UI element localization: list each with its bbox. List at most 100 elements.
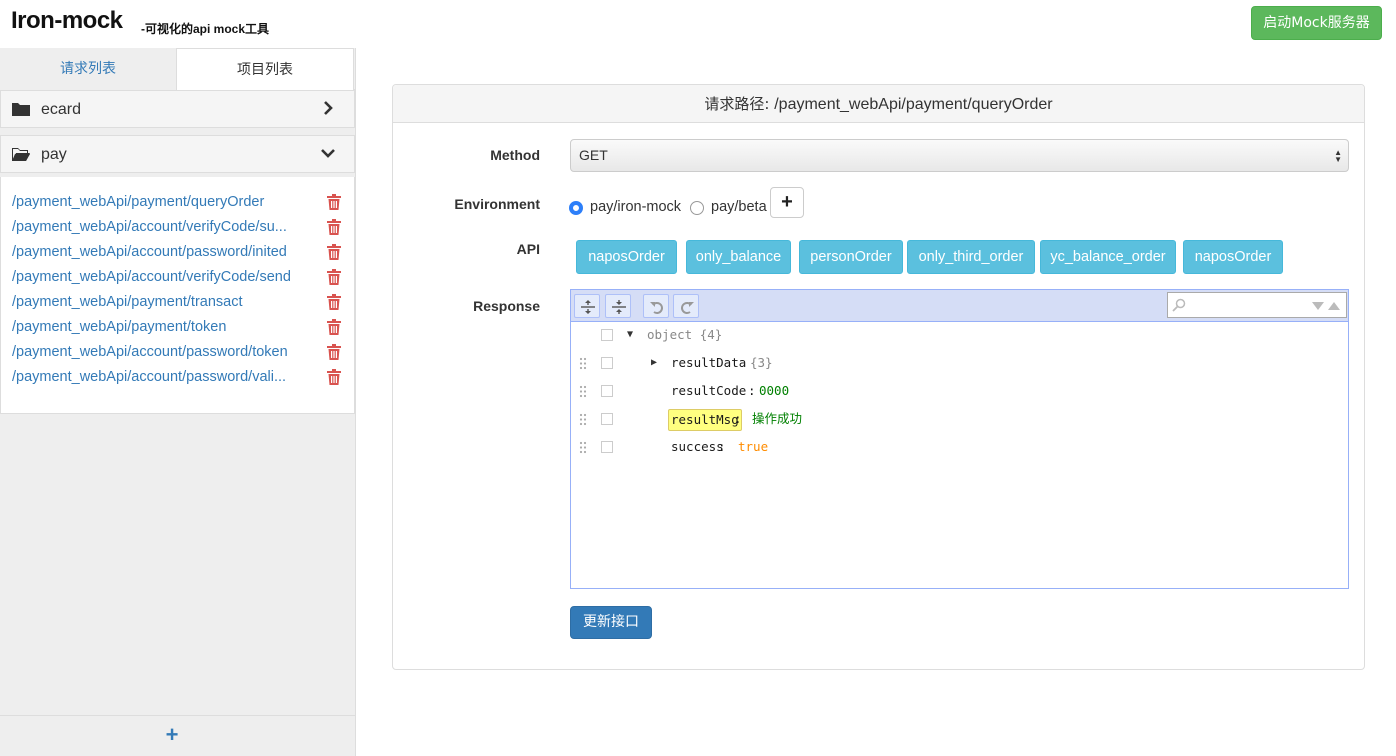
trash-icon[interactable]	[327, 319, 341, 335]
sidebar-footer: +	[0, 715, 355, 756]
method-label: Method	[490, 147, 540, 163]
drag-handle-icon[interactable]	[579, 357, 587, 370]
redo-button[interactable]	[673, 294, 699, 318]
add-environment-button[interactable]: +	[770, 187, 804, 218]
field-key-highlighted[interactable]: resultMsg	[668, 409, 742, 431]
search-next-icon[interactable]	[1312, 302, 1324, 310]
row-select-checkbox[interactable]	[601, 413, 613, 425]
row-select-checkbox[interactable]	[601, 441, 613, 453]
tree-row: success : true	[571, 437, 1348, 457]
list-item: /payment_webApi/account/password/vali...	[12, 367, 352, 389]
chevron-down-icon[interactable]	[320, 145, 336, 161]
field-value[interactable]: true	[738, 437, 768, 457]
field-colon: :	[748, 383, 756, 398]
trash-icon[interactable]	[327, 244, 341, 260]
list-item: /payment_webApi/account/verifyCode/su...	[12, 217, 352, 239]
api-detail-panel: 请求路径: /payment_webApi/payment/queryOrder…	[392, 84, 1365, 670]
field-value[interactable]: 0000	[759, 381, 789, 401]
field-value[interactable]: 操作成功	[752, 409, 802, 429]
search-icon	[1172, 298, 1186, 312]
api-list: /payment_webApi/payment/queryOrder /paym…	[0, 177, 355, 414]
row-select-checkbox[interactable]	[601, 357, 613, 369]
response-label: Response	[473, 298, 540, 314]
trash-icon[interactable]	[327, 344, 341, 360]
list-item: /payment_webApi/account/password/inited	[12, 242, 352, 264]
undo-icon	[650, 302, 663, 314]
api-link[interactable]: /payment_webApi/account/password/inited	[12, 242, 310, 262]
app-title: Iron-mock	[11, 7, 123, 34]
api-label: API	[516, 241, 540, 257]
redo-icon	[681, 302, 694, 314]
folder-ecard[interactable]: ecard	[0, 90, 355, 128]
trash-icon[interactable]	[327, 369, 341, 385]
list-item: /payment_webApi/payment/transact	[12, 292, 352, 314]
start-mock-server-button[interactable]: 启动Mock服务器	[1251, 6, 1382, 40]
list-item: /payment_webApi/account/password/token	[12, 342, 352, 364]
tree-row: resultMsg : 操作成功	[571, 409, 1348, 431]
sidebar-tabs: 请求列表 项目列表	[0, 48, 356, 91]
api-case-button[interactable]: naposOrder	[1183, 240, 1283, 274]
trash-icon[interactable]	[327, 269, 341, 285]
undo-button[interactable]	[643, 294, 669, 318]
api-link[interactable]: /payment_webApi/account/verifyCode/send	[12, 267, 310, 287]
api-link[interactable]: /payment_webApi/account/password/vali...	[12, 367, 310, 387]
caret-down-icon[interactable]: ▼	[627, 325, 633, 345]
api-link[interactable]: /payment_webApi/payment/queryOrder	[12, 192, 310, 212]
radio-unchecked-icon	[690, 201, 704, 215]
api-case-button[interactable]: only_balance	[686, 240, 791, 274]
trash-icon[interactable]	[327, 194, 341, 210]
json-editor[interactable]: ▼ object {4} ▶ resultData {3} resultCode…	[570, 289, 1349, 589]
list-item: /payment_webApi/account/verifyCode/send	[12, 267, 352, 289]
add-folder-button[interactable]: +	[162, 723, 182, 747]
update-api-button[interactable]: 更新接口	[570, 606, 652, 639]
search-prev-icon[interactable]	[1328, 302, 1340, 310]
api-link[interactable]: /payment_webApi/payment/token	[12, 317, 310, 337]
api-link[interactable]: /payment_webApi/payment/transact	[12, 292, 310, 312]
app-subtitle: -可视化的api mock工具	[141, 22, 270, 36]
tree-row-root: ▼ object {4}	[571, 325, 1348, 345]
drag-handle-icon[interactable]	[579, 413, 587, 426]
folder-name: pay	[41, 146, 67, 163]
row-select-checkbox[interactable]	[601, 385, 613, 397]
tree-row: ▶ resultData {3}	[571, 353, 1348, 373]
tree-row: resultCode : 0000	[571, 381, 1348, 401]
field-key[interactable]: resultData	[671, 353, 746, 373]
api-case-button[interactable]: naposOrder	[576, 240, 677, 274]
expand-all-button[interactable]	[574, 294, 600, 318]
root-count: {4}	[699, 327, 723, 342]
api-link[interactable]: /payment_webApi/account/password/token	[12, 342, 310, 362]
drag-handle-icon[interactable]	[579, 385, 587, 398]
app-header: Iron-mock -可视化的api mock工具 启动Mock服务器	[0, 0, 1396, 48]
tab-project-list[interactable]: 项目列表	[176, 48, 354, 91]
api-case-button[interactable]: yc_balance_order	[1040, 240, 1176, 274]
trash-icon[interactable]	[327, 294, 341, 310]
environment-label: Environment	[454, 196, 540, 212]
root-label: object {4}	[647, 325, 722, 345]
path-prefix: 请求路径:	[704, 95, 775, 113]
field-key[interactable]: resultCode	[671, 381, 746, 401]
api-case-button[interactable]: personOrder	[799, 240, 903, 274]
list-item: /payment_webApi/payment/token	[12, 317, 352, 339]
collapse-all-button[interactable]	[605, 294, 631, 318]
root-key: object	[647, 327, 693, 342]
drag-handle-icon[interactable]	[579, 441, 587, 454]
expand-all-icon	[581, 300, 595, 314]
api-link[interactable]: /payment_webApi/account/verifyCode/su...	[12, 217, 310, 237]
field-meta: {3}	[750, 355, 773, 370]
tab-request-list[interactable]: 请求列表	[0, 48, 176, 90]
list-item: /payment_webApi/payment/queryOrder	[12, 192, 352, 214]
sidebar: 请求列表 项目列表 ecard pay /payment_webApi/paym…	[0, 48, 356, 756]
method-value: GET	[579, 147, 608, 163]
folder-open-icon	[12, 148, 30, 161]
chevron-right-icon[interactable]	[320, 100, 336, 116]
env-label: pay/iron-mock	[590, 199, 682, 215]
trash-icon[interactable]	[327, 219, 341, 235]
api-case-button[interactable]: only_third_order	[907, 240, 1035, 274]
row-select-checkbox[interactable]	[601, 329, 613, 341]
panel-heading: 请求路径: /payment_webApi/payment/queryOrder	[393, 85, 1364, 123]
field-key[interactable]: success	[671, 437, 724, 457]
editor-search-input[interactable]	[1167, 292, 1347, 318]
caret-right-icon[interactable]: ▶	[651, 353, 657, 373]
folder-pay[interactable]: pay	[0, 135, 355, 173]
method-select[interactable]: GET ▲ ▼	[570, 139, 1349, 172]
